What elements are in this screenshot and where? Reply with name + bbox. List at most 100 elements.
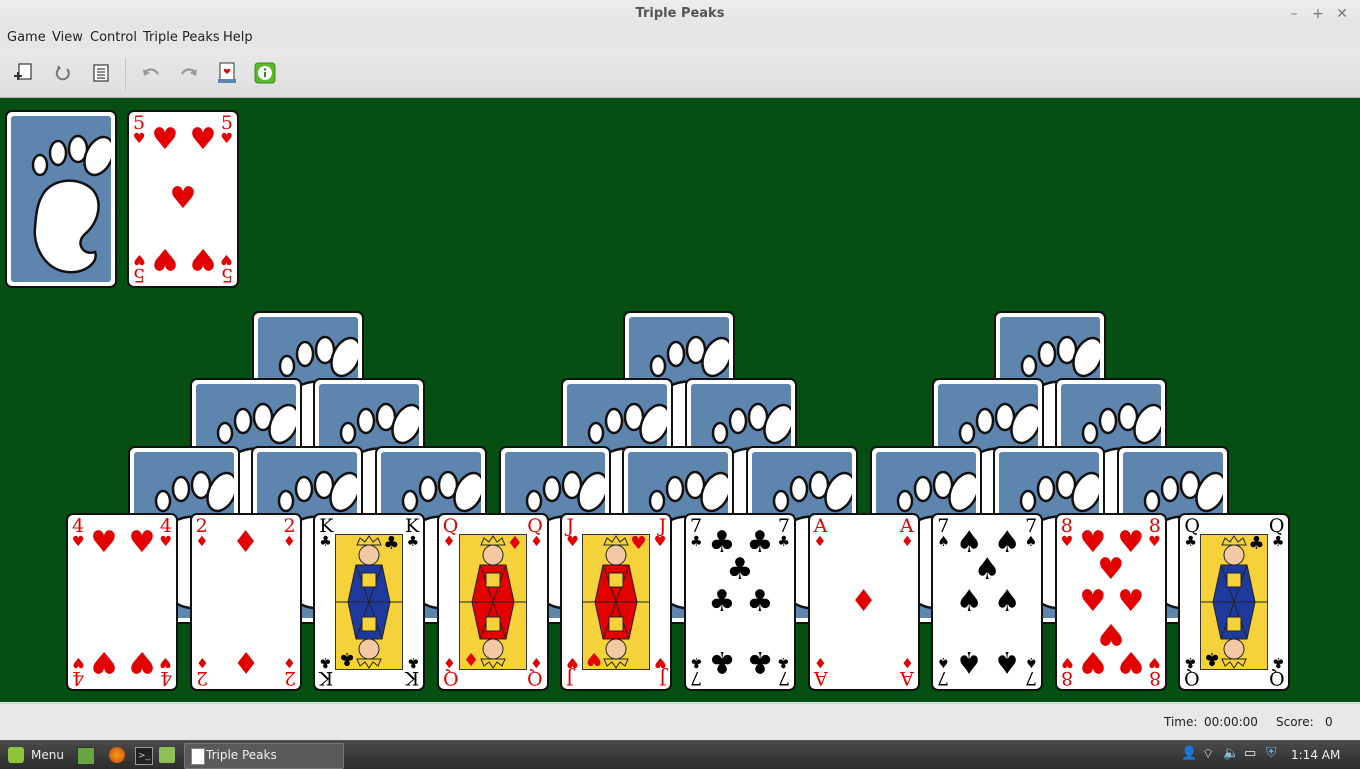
title-bar: Triple Peaks – + ✕ [0,0,1360,28]
card-pip: ♥ [189,122,217,157]
card-rank: Q [442,667,459,689]
taskbar: Menu >_ Triple Peaks 👤 ⌔ 🔈 ▭ ⛨ 1:14 AM [0,740,1360,769]
card-pip: ♠ [993,644,1021,679]
card-suit-index: ♣ [690,534,703,550]
card-rank: Q [1184,667,1200,689]
card-suit-index: ♠ [1024,654,1038,670]
card-suit-index: ♦ [442,654,456,670]
card-rank: 7 [777,667,790,689]
card-suit-index: ♣ [406,654,420,670]
card-rank: K [404,667,420,689]
user-icon[interactable]: 👤 [1181,746,1197,761]
peak-bottom-card[interactable]: Q ♦ Q ♦ Q ♦ Q ♦ ♦ ♦ [436,513,549,691]
select-game-icon[interactable] [88,60,114,86]
toolbar-separator [125,58,126,90]
card-pip: ♥ [128,525,156,560]
card-suit-index: ♥ [1060,654,1074,670]
card-suit-index: ♦ [813,534,827,550]
peak-bottom-card[interactable]: 8 ♥ 8 ♥ 8 ♥ 8 ♥ ♥ ♥ ♥ ♥ ♥ ♥ ♥ ♥ [1054,513,1167,691]
mint-menu-icon[interactable] [8,747,24,763]
card-suit-index: ♥ [1148,534,1161,550]
card-suit-index: ♦ [901,534,914,550]
peak-bottom-card[interactable]: A ♦ A ♦ A ♦ A ♦ ♦ [807,513,920,691]
card-rank: A [813,667,828,689]
card-pip: ♥ [1097,552,1125,587]
card-suit-index: ♠ [937,534,950,550]
deal-icon[interactable] [214,60,240,86]
peak-bottom-card[interactable]: 2 ♦ 2 ♦ 2 ♦ 2 ♦ ♦ ♦ [189,513,302,691]
volume-icon[interactable]: 🔈 [1223,746,1239,761]
card-back-pattern [11,116,111,282]
peak-bottom-card[interactable]: 7 ♠ 7 ♠ 7 ♠ 7 ♠ ♠ ♠ ♠ ♠ ♠ ♠ ♠ [931,513,1044,691]
card-pip: ♦ [232,644,260,679]
card-suit-index: ♥ [220,251,233,267]
card-rank: 5 [133,264,146,286]
card-pip: ♥ [1117,584,1145,619]
undo-icon[interactable] [138,60,164,86]
card-pip: ♣ [746,584,774,619]
waste-card[interactable]: 5 ♥ 5 ♥ 5 ♥ 5 ♥ ♥ ♥ ♥ ♥ ♥ [127,110,239,288]
menu-game[interactable]: Game [7,30,46,45]
score-value: 0 [1325,715,1333,729]
wifi-icon[interactable]: ⌔ [1202,746,1214,762]
peak-bottom-card[interactable]: K ♣ K ♣ K ♣ K ♣ ♣ ♣ [313,513,426,691]
peak-bottom-card[interactable]: J ♥ J ♥ J ♥ J ♥ ♥ ♥ [560,513,673,691]
card-suit-index: ♦ [283,534,296,550]
card-pip: ♣ [1248,533,1265,554]
menu-button[interactable]: Menu [31,748,64,762]
card-pip: ♥ [151,241,179,276]
peak-bottom-card[interactable]: 7 ♣ 7 ♣ 7 ♣ 7 ♣ ♣ ♣ ♣ ♣ ♣ ♣ ♣ [684,513,796,691]
card-pip: ♥ [1079,584,1107,619]
card-suit-index: ♥ [653,534,667,550]
card-suit-index: ♥ [1148,654,1161,670]
card-suit-index: ♣ [1271,654,1285,670]
menu-help[interactable]: Help [223,30,253,45]
battery-icon[interactable]: ▭ [1244,746,1256,761]
card-pip: ♥ [169,181,197,216]
card-suit-index: ♣ [319,654,332,670]
window-title: Triple Peaks [635,6,725,21]
card-rank: Q [1268,667,1285,689]
card-pip: ♠ [993,584,1021,619]
card-suit-index: ♦ [283,654,296,670]
card-suit-index: ♣ [690,654,703,670]
files-icon[interactable] [159,747,175,763]
card-rank: 2 [195,667,208,689]
taskbar-window-button[interactable]: Triple Peaks [184,743,344,769]
new-game-icon[interactable] [11,60,37,86]
peak-bottom-card[interactable]: Q ♣ Q ♣ Q ♣ Q ♣ ♣ ♣ [1178,513,1291,691]
taskbar-window-label: Triple Peaks [206,748,277,762]
card-suit-index: ♦ [530,654,543,670]
maximize-icon[interactable]: + [1308,4,1328,24]
card-suit-index: ♣ [1271,534,1285,550]
card-rank: 8 [1060,667,1073,689]
card-pip: ♣ [1204,648,1221,669]
card-pip: ♣ [746,644,774,679]
menu-control[interactable]: Control [90,30,137,45]
stock-pile[interactable] [5,110,117,288]
card-suit-index: ♥ [566,534,579,550]
card-pip: ♣ [708,584,736,619]
card-suit-index: ♦ [195,534,209,550]
card-suit-index: ♣ [319,534,332,550]
menu-triple-peaks[interactable]: Triple Peaks [143,30,220,45]
restart-icon[interactable] [50,60,76,86]
minimize-icon[interactable]: – [1284,4,1304,24]
redo-icon[interactable] [176,60,202,86]
card-pip: ♥ [189,241,217,276]
menu-view[interactable]: View [52,30,83,45]
peak-bottom-card[interactable]: 4 ♥ 4 ♥ 4 ♥ 4 ♥ ♥ ♥ ♥ ♥ [66,513,178,691]
card-pip: ♥ [128,644,156,679]
terminal-icon[interactable]: >_ [135,747,153,765]
score-label: Score: [1276,715,1314,729]
firefox-icon[interactable] [109,747,125,763]
close-icon[interactable]: ✕ [1332,4,1352,24]
card-pip: ♣ [708,644,736,679]
show-desktop-icon[interactable] [77,747,95,765]
card-pip: ♣ [726,552,754,587]
card-suit-index: ♣ [777,654,790,670]
hint-icon[interactable] [252,60,278,86]
time-label: Time: [1164,715,1198,729]
clock[interactable]: 1:14 AM [1291,748,1340,762]
shield-icon[interactable]: ⛨ [1266,745,1277,761]
